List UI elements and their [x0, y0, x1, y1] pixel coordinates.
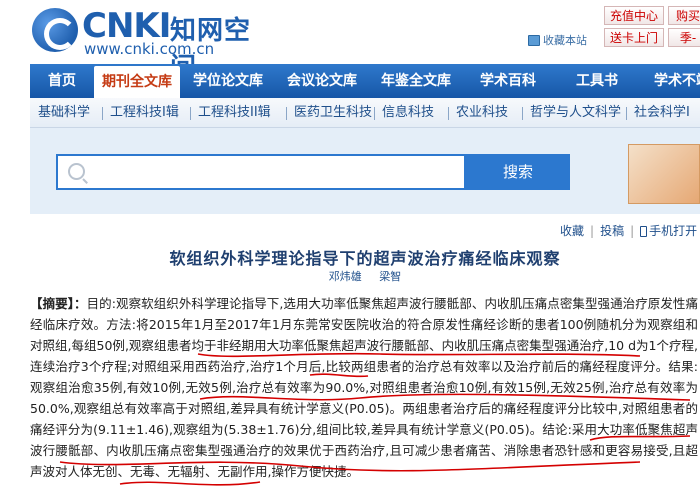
nav-home[interactable]: 首页: [30, 64, 94, 98]
subnav-agriculture[interactable]: 农业科技: [456, 98, 508, 128]
collect-link[interactable]: 收藏: [560, 222, 584, 239]
main-nav: 首页 期刊全文库 学位论文库 会议论文库 年鉴全文库 学术百科 工具书 学术不端: [30, 64, 700, 98]
search-section: 搜索: [30, 128, 700, 214]
subnav-divider: [190, 107, 191, 120]
sub-nav: 基础科学 工程科技I辑 工程科技II辑 医药卫生科技 信息科技 农业科技 哲学与…: [30, 98, 700, 150]
logo-url: www.cnki.com.cn: [84, 40, 215, 58]
nav-journal[interactable]: 期刊全文库: [94, 66, 180, 98]
nav-thesis[interactable]: 学位论文库: [180, 64, 276, 98]
nav-reference[interactable]: 工具书: [552, 64, 642, 98]
logo-c-icon: [32, 8, 78, 52]
nav-misconduct[interactable]: 学术不端: [642, 64, 700, 98]
subnav-divider: [448, 107, 449, 120]
mobile-open-label: 手机打开: [649, 224, 698, 238]
action-divider: |: [590, 223, 595, 238]
cnki-logo[interactable]: CNKI 知网空间 www.cnki.com.cn: [32, 6, 262, 83]
nav-encyclopedia[interactable]: 学术百科: [464, 64, 552, 98]
subnav-divider: [102, 107, 103, 120]
nav-conference[interactable]: 会议论文库: [276, 64, 368, 98]
underline-mark: [119, 481, 261, 486]
mobile-open-link[interactable]: 手机打开: [640, 222, 697, 239]
subnav-social-science[interactable]: 社会科学I辑: [634, 98, 700, 150]
phone-icon: [640, 226, 648, 237]
search-input[interactable]: [56, 154, 466, 190]
abstract: 【摘要】：目的:观察软组织外科学理论指导下,选用大功率低聚焦超声波行腰骶部、内收…: [30, 293, 698, 482]
article-actions: 收藏 | 投稿 | 手机打开: [560, 222, 697, 239]
recharge-center-button[interactable]: 充值中心: [604, 6, 664, 25]
season-button[interactable]: 季-: [668, 28, 700, 47]
purchase-button[interactable]: 购买: [668, 6, 700, 25]
book-ad-image[interactable]: [628, 144, 700, 204]
card-delivery-button[interactable]: 送卡上门: [604, 28, 664, 47]
article-title: 软组织外科学理论指导下的超声波治疗痛经临床观察: [169, 249, 561, 268]
nav-yearbook[interactable]: 年鉴全文库: [368, 64, 464, 98]
subnav-divider: [522, 107, 523, 120]
subnav-divider: [626, 107, 627, 120]
bookmark-label: 收藏本站: [543, 34, 587, 47]
subnav-humanities[interactable]: 哲学与人文科学: [530, 98, 621, 128]
submit-link[interactable]: 投稿: [600, 222, 624, 239]
action-divider: |: [630, 223, 635, 238]
subnav-engineering-1[interactable]: 工程科技I辑: [110, 98, 179, 128]
search-icon: [68, 163, 85, 180]
bookmark-icon: [528, 34, 540, 46]
site-header: CNKI 知网空间 www.cnki.com.cn 收藏本站 充值中心 购买 送…: [0, 0, 700, 83]
abstract-label: 【摘要】：: [30, 296, 87, 311]
author-list: 邓炜雄 梁智: [0, 268, 700, 284]
subnav-divider: [286, 107, 287, 120]
subnav-engineering-2[interactable]: 工程科技II辑: [198, 98, 271, 128]
subnav-medicine[interactable]: 医药卫生科技: [294, 98, 372, 128]
subnav-basic-science[interactable]: 基础科学: [38, 98, 90, 128]
bookmark-link[interactable]: 收藏本站: [528, 32, 587, 48]
search-button[interactable]: 搜索: [466, 154, 570, 190]
subnav-divider: [374, 107, 375, 120]
abstract-text: 目的:观察软组织外科学理论指导下,选用大功率低聚焦超声波行腰骶部、内收肌压痛点密…: [30, 296, 698, 479]
author-link[interactable]: 梁智: [379, 270, 401, 283]
subnav-information[interactable]: 信息科技: [382, 98, 434, 128]
author-link[interactable]: 邓炜雄: [329, 270, 362, 283]
